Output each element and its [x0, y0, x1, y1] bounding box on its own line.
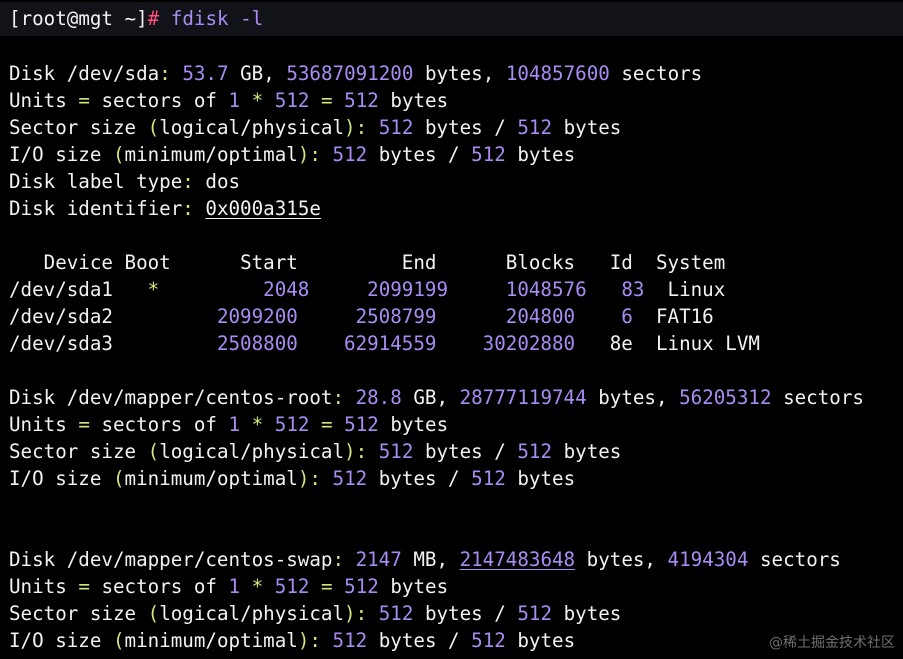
- prompt-dir: ~: [124, 7, 137, 30]
- disk-swap-summary: Disk /dev/mapper/centos-swap: 2147 MB, 2…: [9, 548, 841, 571]
- disk-sda-io-size: I/O size (minimum/optimal): 512 bytes / …: [9, 143, 576, 166]
- disk-root-sector-size: Sector size (logical/physical): 512 byte…: [9, 440, 622, 463]
- prompt-command[interactable]: fdisk -l: [171, 7, 263, 30]
- table-row: /dev/sda2 2099200 2508799 204800 6 FAT16: [9, 305, 714, 328]
- sector-size-paren-text: logical/physical: [159, 116, 345, 139]
- prompt-bracket-close: ]: [136, 7, 148, 30]
- table-row: /dev/sda3 2508800 62914559 30202880 8e L…: [9, 332, 760, 355]
- disk-swap-sector-size: Sector size (logical/physical): 512 byte…: [9, 602, 622, 625]
- terminal-window[interactable]: [root@mgt ~]# fdisk -l Disk /dev/sda: 53…: [0, 0, 903, 659]
- prompt-line: [root@mgt ~]# fdisk -l: [9, 5, 263, 32]
- disk-sda-identifier: Disk identifier: 0x000a315e: [9, 197, 321, 220]
- prompt-user-host: root@mgt: [20, 7, 113, 30]
- disk-sda-units: Units = sectors of 1 * 512 = 512 bytes: [9, 89, 449, 112]
- disk-root-units: Units = sectors of 1 * 512 = 512 bytes: [9, 413, 449, 436]
- prompt-hash: #: [147, 7, 160, 30]
- table-row: /dev/sda1 * 2048 2099199 1048576 83 Linu…: [9, 278, 726, 301]
- prompt-bracket-open: [: [9, 7, 21, 30]
- disk-swap-io-size: I/O size (minimum/optimal): 512 bytes / …: [9, 629, 576, 652]
- disk-swap-units: Units = sectors of 1 * 512 = 512 bytes: [9, 575, 449, 598]
- disk-root-summary: Disk /dev/mapper/centos-root: 28.8 GB, 2…: [9, 386, 864, 409]
- watermark: @稀土掘金技术社区: [769, 635, 895, 651]
- disk-root-io-size: I/O size (minimum/optimal): 512 bytes / …: [9, 467, 576, 490]
- disk-sda-label-type: Disk label type: dos: [9, 170, 241, 193]
- disk-sda-summary: Disk /dev/sda: 53.7 GB, 53687091200 byte…: [9, 62, 703, 85]
- disk-sda-sector-size: Sector size (logical/physical): 512 byte…: [9, 116, 622, 139]
- partition-table-header: Device Boot Start End Blocks Id System: [43, 251, 726, 274]
